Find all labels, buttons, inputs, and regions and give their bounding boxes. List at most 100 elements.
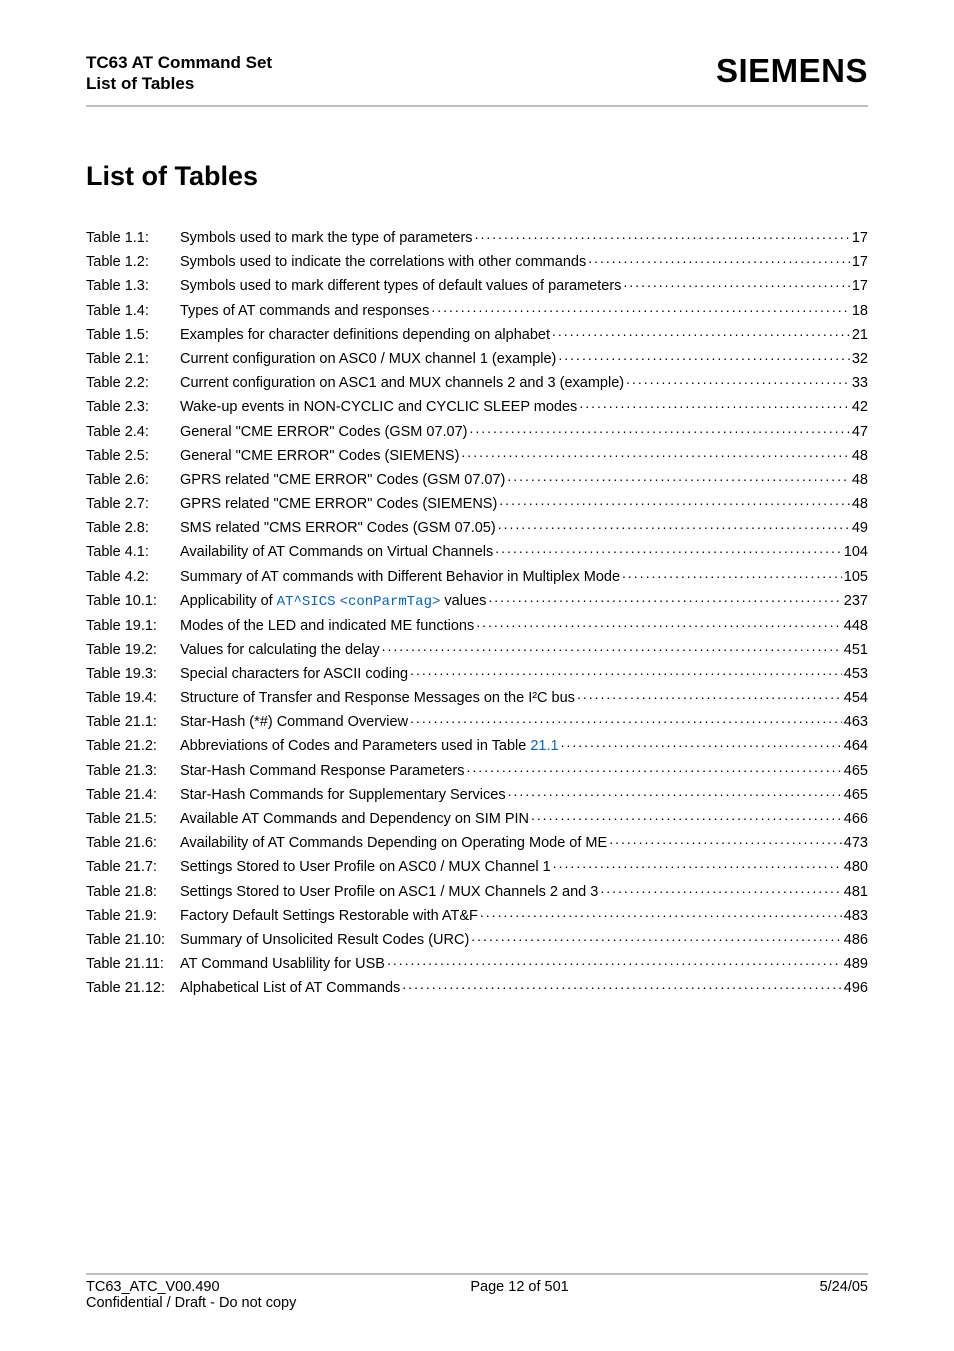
toc-entry[interactable]: Table 21.1:Star-Hash (*#) Command Overvi… [86, 712, 868, 730]
toc-entry[interactable]: Table 1.3:Symbols used to mark different… [86, 276, 868, 294]
footer-left-line1: TC63_ATC_V00.490 [86, 1279, 220, 1295]
leader-dots [488, 590, 841, 605]
toc-entry-desc: Abbreviations of Codes and Parameters us… [180, 739, 559, 754]
toc-entry[interactable]: Table 21.8:Settings Stored to User Profi… [86, 881, 868, 899]
toc-entry-desc: Availability of AT Commands Depending on… [180, 836, 607, 851]
toc-entry-label: Table 19.2: [86, 643, 180, 658]
toc-entry-label: Table 21.10: [86, 933, 180, 948]
toc-entry-page: 18 [852, 304, 868, 319]
leader-dots [588, 252, 850, 267]
cross-reference-link[interactable]: 21.1 [530, 738, 558, 754]
toc-entry[interactable]: Table 1.5:Examples for character definit… [86, 324, 868, 342]
toc-entry-desc: Settings Stored to User Profile on ASC1 … [180, 885, 598, 900]
toc-entry-label: Table 4.2: [86, 570, 180, 585]
toc-entry-page: 17 [852, 279, 868, 294]
toc-entry-label: Table 2.7: [86, 497, 180, 512]
toc-entry-desc: Summary of AT commands with Different Be… [180, 570, 620, 585]
toc-entry[interactable]: Table 2.4:General "CME ERROR" Codes (GSM… [86, 421, 868, 439]
toc-entry[interactable]: Table 2.6:GPRS related "CME ERROR" Codes… [86, 469, 868, 487]
toc-entry-label: Table 1.1: [86, 231, 180, 246]
toc-entry-page: 473 [844, 836, 868, 851]
footer-right: 5/24/05 [820, 1279, 868, 1295]
leader-dots [609, 833, 842, 848]
doc-title-line2: List of Tables [86, 73, 272, 94]
leader-dots [622, 566, 842, 581]
leader-dots [431, 300, 850, 315]
leader-dots [402, 978, 842, 993]
toc-entry[interactable]: Table 21.7:Settings Stored to User Profi… [86, 857, 868, 875]
toc-entry-label: Table 2.4: [86, 425, 180, 440]
toc-entry[interactable]: Table 2.1:Current configuration on ASC0 … [86, 348, 868, 366]
toc-entry-desc: SMS related "CMS ERROR" Codes (GSM 07.05… [180, 521, 496, 536]
toc-entry-desc: Wake-up events in NON-CYCLIC and CYCLIC … [180, 400, 577, 415]
toc-entry[interactable]: Table 4.2:Summary of AT commands with Di… [86, 566, 868, 584]
toc-entry-label: Table 21.2: [86, 739, 180, 754]
leader-dots [410, 663, 842, 678]
toc-entry-label: Table 4.1: [86, 545, 180, 560]
toc-entry-page: 463 [844, 715, 868, 730]
toc-entry[interactable]: Table 2.3:Wake-up events in NON-CYCLIC a… [86, 397, 868, 415]
toc-entry-desc: AT Command Usablility for USB [180, 957, 385, 972]
toc-entry-desc: Star-Hash (*#) Command Overview [180, 715, 408, 730]
toc-entry[interactable]: Table 21.3:Star-Hash Command Response Pa… [86, 760, 868, 778]
toc-entry[interactable]: Table 19.3:Special characters for ASCII … [86, 663, 868, 681]
toc-entry-page: 465 [844, 764, 868, 779]
toc-entry-desc: GPRS related "CME ERROR" Codes (SIEMENS) [180, 497, 497, 512]
footer-center: Page 12 of 501 [470, 1279, 568, 1295]
toc-entry-desc: Star-Hash Commands for Supplementary Ser… [180, 788, 506, 803]
toc-entry-label: Table 1.3: [86, 279, 180, 294]
toc-entry-desc: Symbols used to indicate the correlation… [180, 255, 586, 270]
leader-dots [495, 542, 842, 557]
toc-entry[interactable]: Table 21.9:Factory Default Settings Rest… [86, 905, 868, 923]
footer-row: TC63_ATC_V00.490 Page 12 of 501 5/24/05 [86, 1279, 868, 1295]
toc-entry-label: Table 21.8: [86, 885, 180, 900]
toc-entry[interactable]: Table 4.1:Availability of AT Commands on… [86, 542, 868, 560]
code-literal: AT^SICS [277, 594, 336, 610]
toc-entry[interactable]: Table 19.4:Structure of Transfer and Res… [86, 688, 868, 706]
toc-entry-page: 48 [852, 449, 868, 464]
toc-entry[interactable]: Table 21.5:Available AT Commands and Dep… [86, 809, 868, 827]
toc-entry[interactable]: Table 21.6:Availability of AT Commands D… [86, 833, 868, 851]
toc-entry-label: Table 2.8: [86, 521, 180, 536]
toc-entry-page: 33 [852, 376, 868, 391]
toc-entry[interactable]: Table 1.4:Types of AT commands and respo… [86, 300, 868, 318]
toc-entry[interactable]: Table 10.1:Applicability of AT^SICS <con… [86, 590, 868, 609]
toc-entry-desc: Modes of the LED and indicated ME functi… [180, 619, 474, 634]
leader-dots [507, 469, 849, 484]
toc-entry-label: Table 2.5: [86, 449, 180, 464]
toc-entry-page: 496 [844, 981, 868, 996]
toc-entry-page: 49 [852, 521, 868, 536]
leader-dots [475, 228, 850, 243]
toc-entry[interactable]: Table 19.1:Modes of the LED and indicate… [86, 615, 868, 633]
page-container: TC63 AT Command Set List of Tables SIEME… [0, 0, 954, 1351]
toc-entry[interactable]: Table 1.1:Symbols used to mark the type … [86, 228, 868, 246]
toc-entry[interactable]: Table 19.2:Values for calculating the de… [86, 639, 868, 657]
toc-entry-page: 453 [844, 667, 868, 682]
toc-entry[interactable]: Table 2.8:SMS related "CMS ERROR" Codes … [86, 518, 868, 536]
toc-entry[interactable]: Table 21.11:AT Command Usablility for US… [86, 954, 868, 972]
toc-entry-label: Table 19.4: [86, 691, 180, 706]
leader-dots [461, 445, 849, 460]
leader-dots [476, 615, 842, 630]
leader-dots [471, 929, 842, 944]
leader-dots [531, 809, 842, 824]
toc-entry-page: 451 [844, 643, 868, 658]
leader-dots [382, 639, 842, 654]
toc-entry[interactable]: Table 21.12:Alphabetical List of AT Comm… [86, 978, 868, 996]
toc-entry[interactable]: Table 2.5:General "CME ERROR" Codes (SIE… [86, 445, 868, 463]
toc-entry-label: Table 1.5: [86, 328, 180, 343]
toc-entry-desc: Values for calculating the delay [180, 643, 380, 658]
toc-entry[interactable]: Table 2.7:GPRS related "CME ERROR" Codes… [86, 494, 868, 512]
toc-entry[interactable]: Table 21.4:Star-Hash Commands for Supple… [86, 784, 868, 802]
toc-entry[interactable]: Table 2.2:Current configuration on ASC1 … [86, 373, 868, 391]
code-literal: <conParmTag> [340, 594, 441, 610]
toc-entry[interactable]: Table 21.2:Abbreviations of Codes and Pa… [86, 736, 868, 754]
leader-dots [387, 954, 842, 969]
toc-entry-desc: Current configuration on ASC1 and MUX ch… [180, 376, 624, 391]
toc-entries: Table 1.1:Symbols used to mark the type … [86, 228, 868, 996]
header-left: TC63 AT Command Set List of Tables [86, 52, 272, 95]
leader-dots [558, 348, 849, 363]
toc-entry-page: 17 [852, 231, 868, 246]
toc-entry[interactable]: Table 1.2:Symbols used to indicate the c… [86, 252, 868, 270]
toc-entry[interactable]: Table 21.10:Summary of Unsolicited Resul… [86, 929, 868, 947]
